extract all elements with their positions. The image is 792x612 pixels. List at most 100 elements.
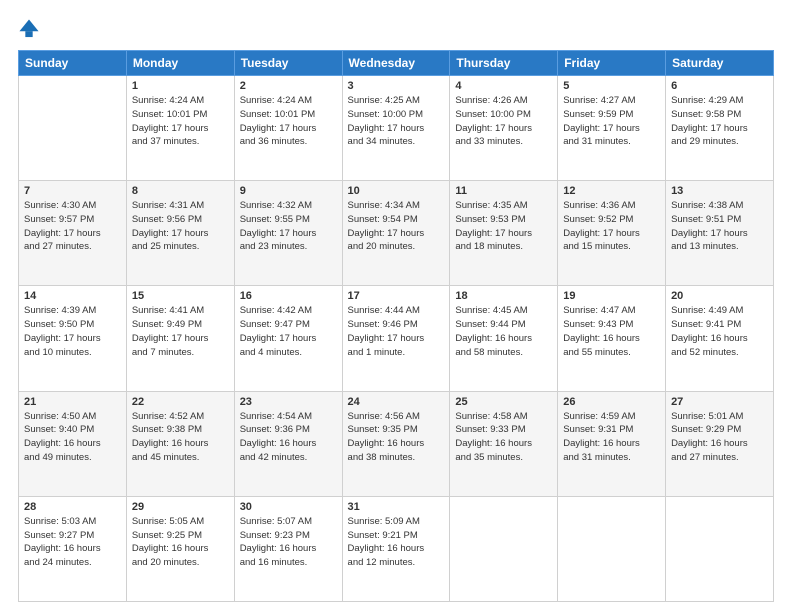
day-number: 16: [240, 290, 337, 302]
day-info: Sunrise: 4:31 AMSunset: 9:56 PMDaylight:…: [132, 199, 229, 254]
calendar-cell: 29 Sunrise: 5:05 AMSunset: 9:25 PMDayligh…: [126, 496, 234, 601]
day-number: 1: [132, 80, 229, 92]
day-number: 8: [132, 185, 229, 197]
day-number: 29: [132, 501, 229, 513]
day-number: 30: [240, 501, 337, 513]
day-info: Sunrise: 5:09 AMSunset: 9:21 PMDaylight:…: [348, 515, 445, 570]
day-number: 11: [455, 185, 552, 197]
calendar-cell: 22 Sunrise: 4:52 AMSunset: 9:38 PMDayligh…: [126, 391, 234, 496]
day-info: Sunrise: 4:29 AMSunset: 9:58 PMDaylight:…: [671, 94, 768, 149]
day-number: 9: [240, 185, 337, 197]
day-info: Sunrise: 5:01 AMSunset: 9:29 PMDaylight:…: [671, 410, 768, 465]
day-info: Sunrise: 4:39 AMSunset: 9:50 PMDaylight:…: [24, 304, 121, 359]
calendar-cell: 15 Sunrise: 4:41 AMSunset: 9:49 PMDayligh…: [126, 286, 234, 391]
calendar-cell: 17 Sunrise: 4:44 AMSunset: 9:46 PMDayligh…: [342, 286, 450, 391]
day-info: Sunrise: 4:24 AMSunset: 10:01 PMDaylight…: [240, 94, 337, 149]
day-number: 22: [132, 396, 229, 408]
day-number: 7: [24, 185, 121, 197]
day-number: 23: [240, 396, 337, 408]
week-row-2: 7 Sunrise: 4:30 AMSunset: 9:57 PMDaylight…: [19, 181, 774, 286]
day-info: Sunrise: 4:58 AMSunset: 9:33 PMDaylight:…: [455, 410, 552, 465]
day-number: 12: [563, 185, 660, 197]
day-info: Sunrise: 4:36 AMSunset: 9:52 PMDaylight:…: [563, 199, 660, 254]
calendar-cell: 24 Sunrise: 4:56 AMSunset: 9:35 PMDayligh…: [342, 391, 450, 496]
day-info: Sunrise: 5:03 AMSunset: 9:27 PMDaylight:…: [24, 515, 121, 570]
week-row-3: 14 Sunrise: 4:39 AMSunset: 9:50 PMDayligh…: [19, 286, 774, 391]
day-info: Sunrise: 4:47 AMSunset: 9:43 PMDaylight:…: [563, 304, 660, 359]
day-info: Sunrise: 4:52 AMSunset: 9:38 PMDaylight:…: [132, 410, 229, 465]
calendar-cell: 16 Sunrise: 4:42 AMSunset: 9:47 PMDayligh…: [234, 286, 342, 391]
calendar-cell: 18Sunrise: 4:45 AMSunset: 9:44 PMDayligh…: [450, 286, 558, 391]
weekday-header-monday: Monday: [126, 51, 234, 76]
calendar-cell: 5Sunrise: 4:27 AMSunset: 9:59 PMDaylight…: [558, 76, 666, 181]
calendar-cell: 25 Sunrise: 4:58 AMSunset: 9:33 PMDayligh…: [450, 391, 558, 496]
day-info: Sunrise: 4:24 AMSunset: 10:01 PMDaylight…: [132, 94, 229, 149]
week-row-5: 28Sunrise: 5:03 AMSunset: 9:27 PMDayligh…: [19, 496, 774, 601]
day-number: 19: [563, 290, 660, 302]
calendar-cell: 8 Sunrise: 4:31 AMSunset: 9:56 PMDaylight…: [126, 181, 234, 286]
calendar-cell: 6 Sunrise: 4:29 AMSunset: 9:58 PMDaylight…: [666, 76, 774, 181]
calendar-cell: 12 Sunrise: 4:36 AMSunset: 9:52 PMDayligh…: [558, 181, 666, 286]
calendar-cell: 21Sunrise: 4:50 AMSunset: 9:40 PMDayligh…: [19, 391, 127, 496]
calendar-cell: 11 Sunrise: 4:35 AMSunset: 9:53 PMDayligh…: [450, 181, 558, 286]
calendar-cell: [450, 496, 558, 601]
calendar-cell: 27 Sunrise: 5:01 AMSunset: 9:29 PMDayligh…: [666, 391, 774, 496]
calendar-cell: 31Sunrise: 5:09 AMSunset: 9:21 PMDayligh…: [342, 496, 450, 601]
weekday-header-saturday: Saturday: [666, 51, 774, 76]
day-info: Sunrise: 4:49 AMSunset: 9:41 PMDaylight:…: [671, 304, 768, 359]
calendar-cell: 26 Sunrise: 4:59 AMSunset: 9:31 PMDayligh…: [558, 391, 666, 496]
day-number: 18: [455, 290, 552, 302]
day-number: 20: [671, 290, 768, 302]
week-row-4: 21Sunrise: 4:50 AMSunset: 9:40 PMDayligh…: [19, 391, 774, 496]
day-number: 27: [671, 396, 768, 408]
day-number: 13: [671, 185, 768, 197]
logo: [18, 18, 44, 40]
logo-icon: [18, 18, 40, 40]
day-info: Sunrise: 4:44 AMSunset: 9:46 PMDaylight:…: [348, 304, 445, 359]
weekday-header-tuesday: Tuesday: [234, 51, 342, 76]
calendar-cell: 13Sunrise: 4:38 AMSunset: 9:51 PMDayligh…: [666, 181, 774, 286]
day-number: 6: [671, 80, 768, 92]
calendar-cell: 14 Sunrise: 4:39 AMSunset: 9:50 PMDayligh…: [19, 286, 127, 391]
calendar-cell: 19 Sunrise: 4:47 AMSunset: 9:43 PMDayligh…: [558, 286, 666, 391]
day-number: 24: [348, 396, 445, 408]
week-row-1: 1 Sunrise: 4:24 AMSunset: 10:01 PMDayligh…: [19, 76, 774, 181]
calendar-cell: 1 Sunrise: 4:24 AMSunset: 10:01 PMDayligh…: [126, 76, 234, 181]
day-info: Sunrise: 4:41 AMSunset: 9:49 PMDaylight:…: [132, 304, 229, 359]
day-info: Sunrise: 5:05 AMSunset: 9:25 PMDaylight:…: [132, 515, 229, 570]
day-info: Sunrise: 4:30 AMSunset: 9:57 PMDaylight:…: [24, 199, 121, 254]
day-info: Sunrise: 4:42 AMSunset: 9:47 PMDaylight:…: [240, 304, 337, 359]
day-number: 5: [563, 80, 660, 92]
day-info: Sunrise: 4:34 AMSunset: 9:54 PMDaylight:…: [348, 199, 445, 254]
calendar-cell: 4 Sunrise: 4:26 AMSunset: 10:00 PMDayligh…: [450, 76, 558, 181]
day-number: 4: [455, 80, 552, 92]
day-info: Sunrise: 4:59 AMSunset: 9:31 PMDaylight:…: [563, 410, 660, 465]
day-number: 17: [348, 290, 445, 302]
calendar-cell: 7 Sunrise: 4:30 AMSunset: 9:57 PMDaylight…: [19, 181, 127, 286]
page: SundayMondayTuesdayWednesdayThursdayFrid…: [0, 0, 792, 612]
day-number: 10: [348, 185, 445, 197]
day-info: Sunrise: 4:32 AMSunset: 9:55 PMDaylight:…: [240, 199, 337, 254]
day-number: 2: [240, 80, 337, 92]
weekday-header-friday: Friday: [558, 51, 666, 76]
day-number: 3: [348, 80, 445, 92]
day-info: Sunrise: 5:07 AMSunset: 9:23 PMDaylight:…: [240, 515, 337, 570]
day-info: Sunrise: 4:26 AMSunset: 10:00 PMDaylight…: [455, 94, 552, 149]
header: [18, 18, 774, 40]
weekday-header-row: SundayMondayTuesdayWednesdayThursdayFrid…: [19, 51, 774, 76]
day-info: Sunrise: 4:56 AMSunset: 9:35 PMDaylight:…: [348, 410, 445, 465]
calendar-cell: 3 Sunrise: 4:25 AMSunset: 10:00 PMDayligh…: [342, 76, 450, 181]
day-number: 15: [132, 290, 229, 302]
day-info: Sunrise: 4:35 AMSunset: 9:53 PMDaylight:…: [455, 199, 552, 254]
day-number: 26: [563, 396, 660, 408]
calendar-cell: 20 Sunrise: 4:49 AMSunset: 9:41 PMDayligh…: [666, 286, 774, 391]
weekday-header-wednesday: Wednesday: [342, 51, 450, 76]
calendar-cell: 28Sunrise: 5:03 AMSunset: 9:27 PMDayligh…: [19, 496, 127, 601]
calendar-cell: 9 Sunrise: 4:32 AMSunset: 9:55 PMDaylight…: [234, 181, 342, 286]
day-info: Sunrise: 4:25 AMSunset: 10:00 PMDaylight…: [348, 94, 445, 149]
calendar-cell: 10 Sunrise: 4:34 AMSunset: 9:54 PMDayligh…: [342, 181, 450, 286]
day-number: 25: [455, 396, 552, 408]
weekday-header-thursday: Thursday: [450, 51, 558, 76]
day-number: 14: [24, 290, 121, 302]
calendar-cell: 30 Sunrise: 5:07 AMSunset: 9:23 PMDayligh…: [234, 496, 342, 601]
